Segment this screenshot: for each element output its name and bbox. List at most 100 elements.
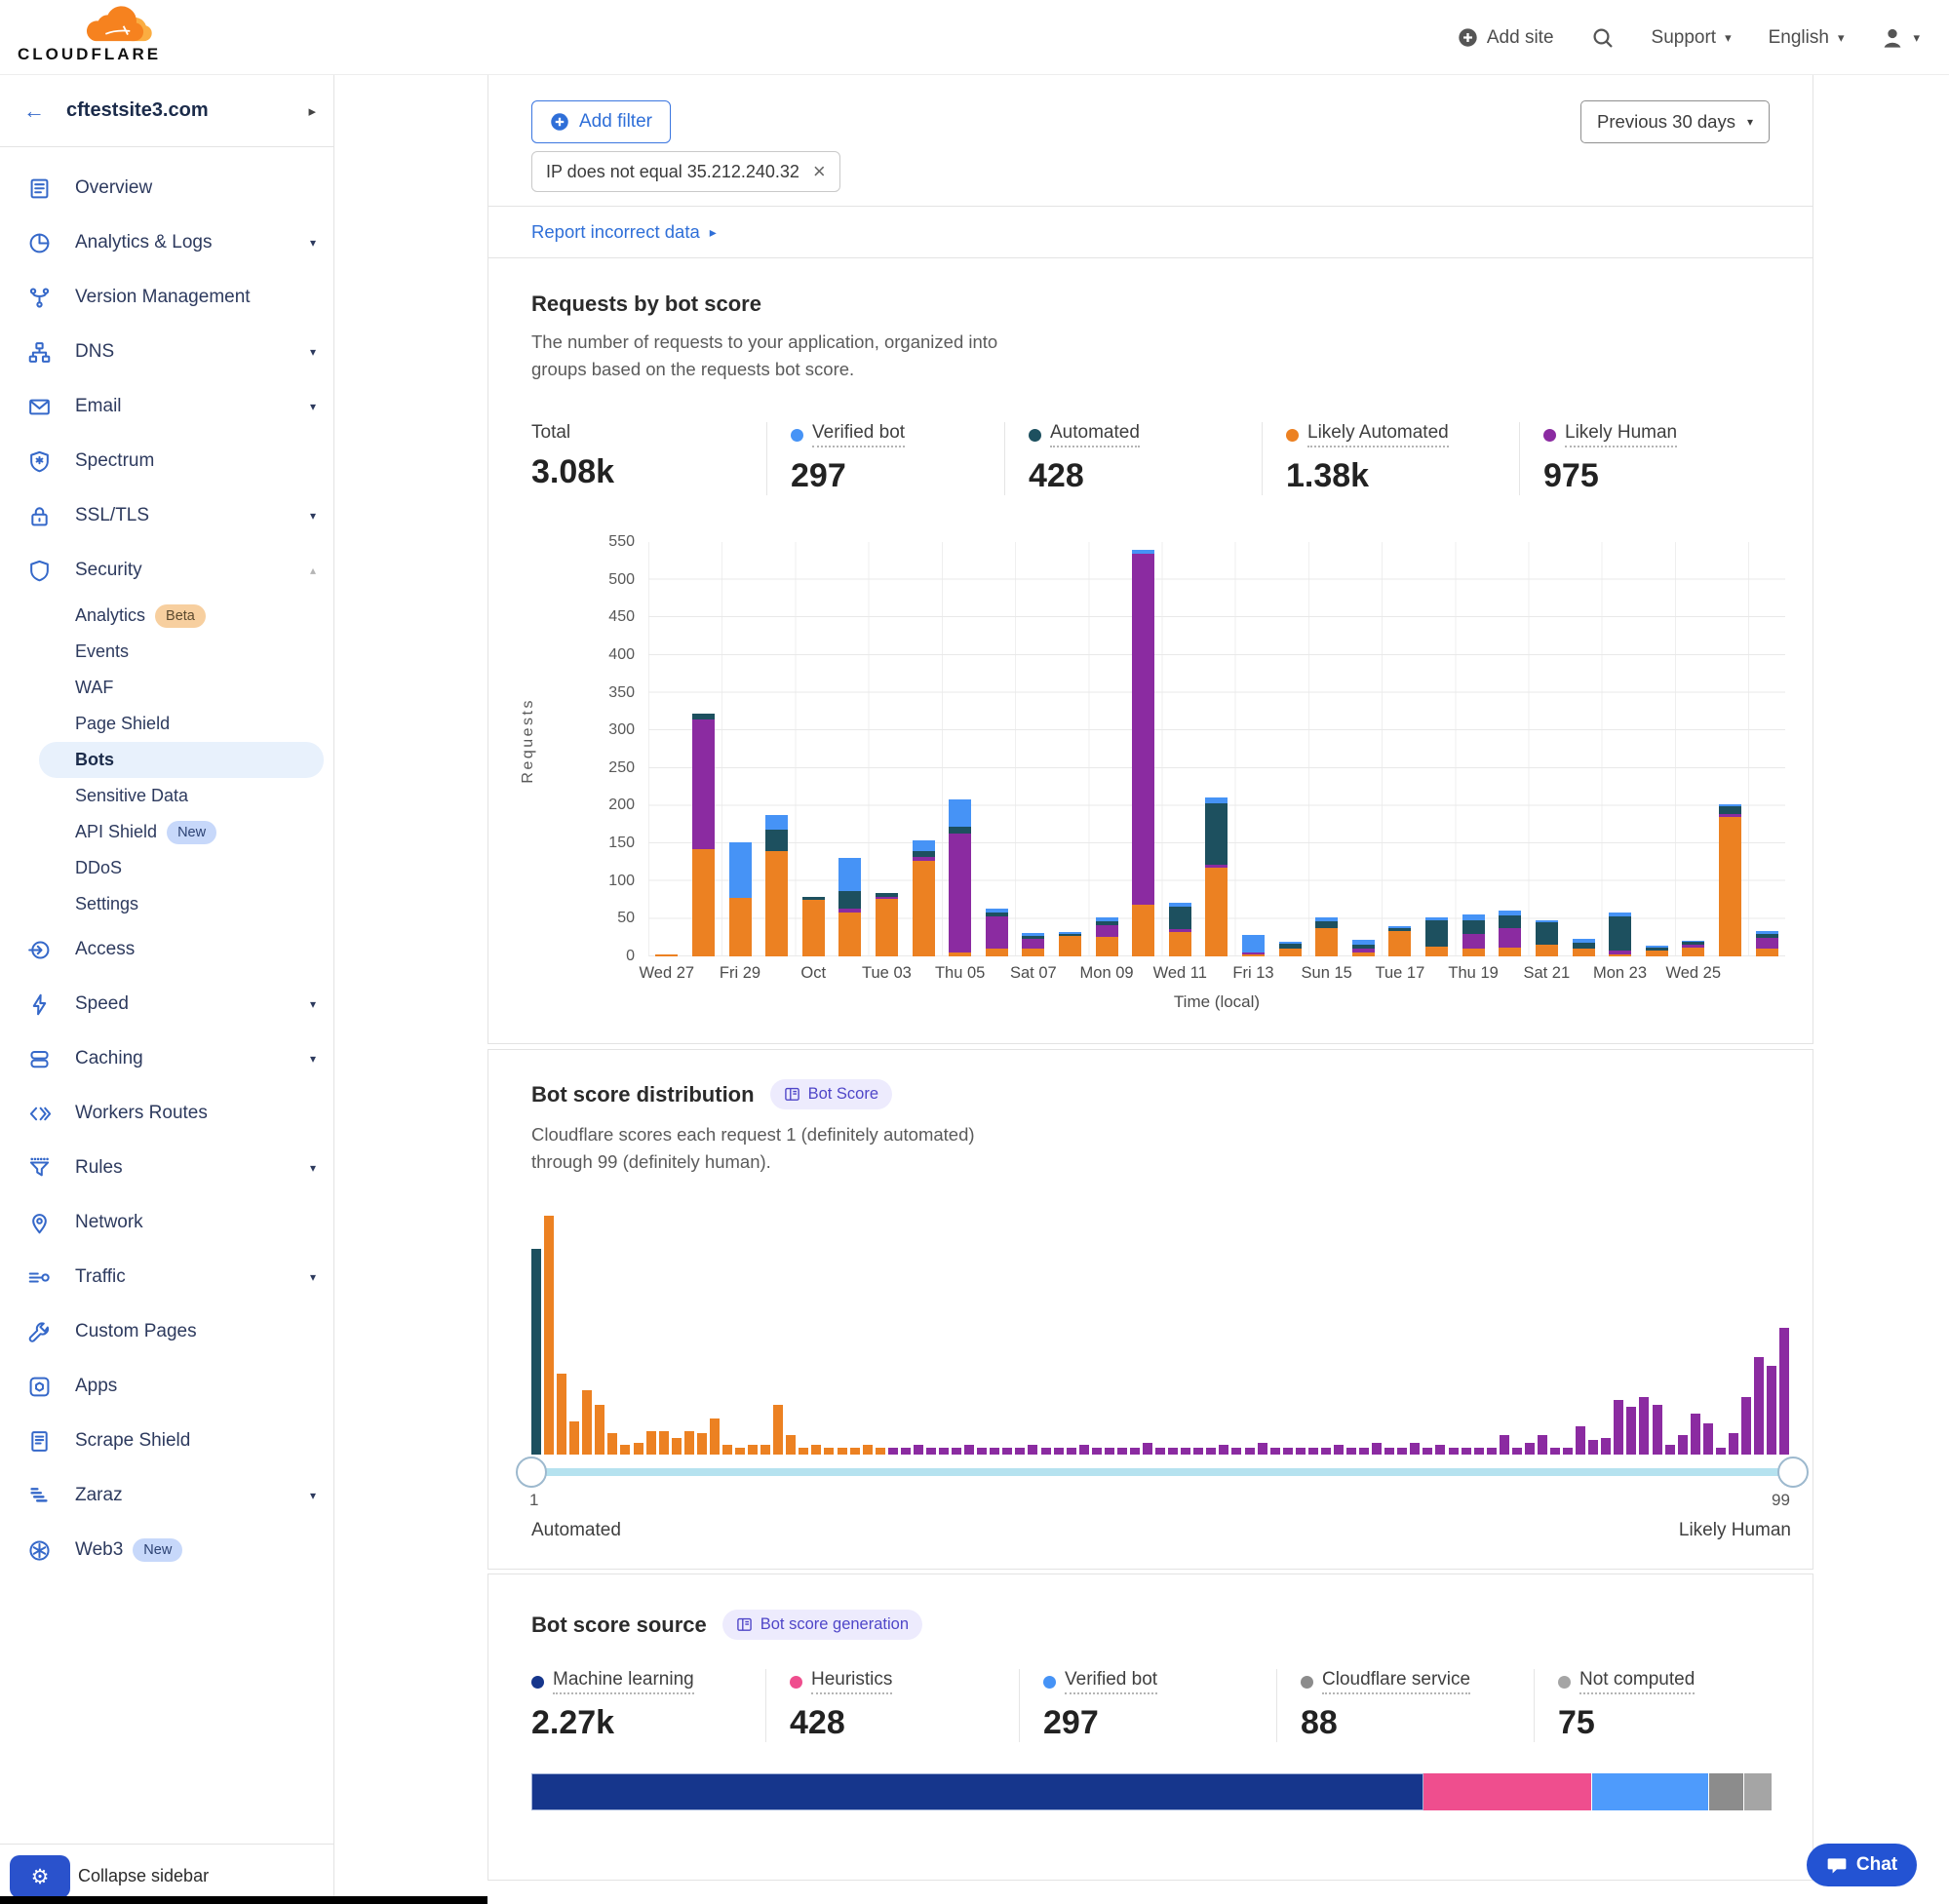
sidebar-item-access[interactable]: Access <box>0 922 333 977</box>
sidebar-item-speed[interactable]: Speed▾ <box>0 977 333 1031</box>
bot-score-generation-badge[interactable]: Bot score generation <box>722 1610 922 1640</box>
bar-segment-likely-automated <box>1573 949 1595 956</box>
bar-day-23 <box>1455 542 1492 956</box>
sidebar-item-version-management[interactable]: Version Management <box>0 270 333 325</box>
sidebar-item-label: Caching <box>75 1048 143 1069</box>
sidebar-item-overview[interactable]: Overview <box>0 161 333 215</box>
bar-segment-likely-automated <box>1499 948 1521 956</box>
sidebar-item-workers-routes[interactable]: Workers Routes <box>0 1086 333 1141</box>
sidebar-item-waf[interactable]: WAF <box>0 670 333 706</box>
sidebar-item-web3[interactable]: Web3New <box>0 1523 333 1577</box>
bar-segment-automated <box>1499 915 1521 929</box>
sidebar-item-scrape-shield[interactable]: Scrape Shield <box>0 1414 333 1468</box>
sidebar-item-analytics-logs[interactable]: Analytics & Logs▾ <box>0 215 333 270</box>
score-bar-42 <box>1054 1448 1067 1455</box>
score-bar-48 <box>1130 1448 1143 1455</box>
legend-dot <box>1043 1676 1056 1689</box>
sidebar-item-caching[interactable]: Caching▾ <box>0 1031 333 1086</box>
score-bar-12 <box>672 1438 684 1455</box>
cloudflare-logo[interactable]: CLOUDFLARE <box>18 4 164 64</box>
sidebar-item-security[interactable]: Security▴ <box>0 543 333 598</box>
source-segment-cloudflare-service <box>1709 1773 1744 1810</box>
language-menu[interactable]: English ▾ <box>1769 27 1845 49</box>
sidebar-item-bots[interactable]: Bots <box>39 742 324 778</box>
score-bar-23 <box>811 1445 824 1455</box>
score-bar-65 <box>1346 1448 1359 1455</box>
sidebar-item-api-shield[interactable]: API ShieldNew <box>0 814 333 850</box>
score-bar-68 <box>1384 1448 1397 1455</box>
stat-label: Cloudflare service <box>1322 1669 1470 1694</box>
back-arrow-icon[interactable]: ← <box>23 98 45 124</box>
sidebar-item-network[interactable]: Network <box>0 1195 333 1250</box>
sidebar-item-email[interactable]: Email▾ <box>0 379 333 434</box>
score-bar-71 <box>1423 1448 1435 1455</box>
score-bar-61 <box>1296 1448 1308 1455</box>
sidebar-item-analytics[interactable]: AnalyticsBeta <box>0 598 333 634</box>
sidebar-item-apps[interactable]: Apps <box>0 1359 333 1414</box>
stat-value: 975 <box>1543 457 1770 495</box>
security-icon <box>27 559 51 582</box>
date-range-select[interactable]: Previous 30 days ▾ <box>1580 100 1770 143</box>
source-stats-row: Machine learning2.27kHeuristics428Verifi… <box>531 1669 1770 1742</box>
legend-dot <box>1301 1676 1313 1689</box>
slider-handle-max[interactable] <box>1777 1457 1809 1488</box>
sidebar-item-zaraz[interactable]: Zaraz▾ <box>0 1468 333 1523</box>
sidebar-item-custom-pages[interactable]: Custom Pages <box>0 1304 333 1359</box>
sidebar-gear-button[interactable]: ⚙ <box>10 1855 70 1898</box>
score-bar-9 <box>634 1443 646 1455</box>
bar-segment-automated <box>1609 916 1631 951</box>
filter-chip[interactable]: IP does not equal 35.212.240.32 × <box>531 151 840 192</box>
bot-score-badge[interactable]: Bot Score <box>770 1079 892 1109</box>
bar-day-27 <box>1602 542 1639 956</box>
account-menu[interactable]: ▾ <box>1881 26 1920 50</box>
bar-day-8 <box>905 542 942 956</box>
stat-value: 428 <box>790 1704 1019 1742</box>
collapse-sidebar-button[interactable]: Collapse sidebar <box>78 1866 209 1886</box>
report-incorrect-data-link[interactable]: Report incorrect data ▸ <box>531 221 717 243</box>
stat-value: 297 <box>791 457 1004 495</box>
support-menu[interactable]: Support ▾ <box>1652 27 1732 49</box>
x-tick: Mon 23 <box>1593 964 1647 983</box>
sidebar-item-sensitive-data[interactable]: Sensitive Data <box>0 778 333 814</box>
sidebar-item-ssl-tls[interactable]: SSL/TLS▾ <box>0 488 333 543</box>
score-bar-76 <box>1487 1448 1500 1455</box>
sidebar-item-ddos[interactable]: DDoS <box>0 850 333 886</box>
sidebar-item-events[interactable]: Events <box>0 634 333 670</box>
sidebar-item-page-shield[interactable]: Page Shield <box>0 706 333 742</box>
y-tick: 300 <box>608 721 635 739</box>
slider-min-caption: Automated <box>531 1520 621 1541</box>
chevron-right-icon[interactable]: ▸ <box>308 102 316 120</box>
sidebar-item-dns[interactable]: DNS▾ <box>0 325 333 379</box>
sidebar-item-rules[interactable]: Rules▾ <box>0 1141 333 1195</box>
stat-value: 428 <box>1029 457 1262 495</box>
x-tick: Mon 09 <box>1080 964 1134 983</box>
top-header: CLOUDFLARE Add site Support ▾ English ▾ … <box>0 0 1949 75</box>
score-bar-29 <box>888 1448 901 1455</box>
sidebar-item-spectrum[interactable]: Spectrum <box>0 434 333 488</box>
sidebar-item-traffic[interactable]: Traffic▾ <box>0 1250 333 1304</box>
add-site-button[interactable]: Add site <box>1458 27 1554 49</box>
apps-icon <box>27 1375 51 1398</box>
add-filter-button[interactable]: Add filter <box>531 100 671 143</box>
bar-segment-verified-bot <box>729 842 752 897</box>
slider-handle-min[interactable] <box>516 1457 547 1488</box>
stat-machine-learning: Machine learning2.27k <box>531 1669 765 1742</box>
y-tick: 450 <box>608 608 635 626</box>
x-tick: Thu 05 <box>935 964 985 983</box>
site-name[interactable]: cftestsite3.com <box>66 99 209 122</box>
bar-day-3 <box>721 542 759 956</box>
score-bar-32 <box>926 1448 939 1455</box>
bar-segment-verified-bot <box>913 840 935 851</box>
y-tick: 350 <box>608 684 635 702</box>
sidebar-item-label: Email <box>75 396 122 417</box>
bar-segment-likely-automated <box>692 849 715 957</box>
workers-routes-icon <box>27 1102 51 1125</box>
search-icon[interactable] <box>1591 26 1615 50</box>
chat-button[interactable]: Chat <box>1807 1844 1917 1886</box>
bar-segment-likely-automated <box>1719 817 1741 956</box>
distribution-card-title: Bot score distribution <box>531 1082 755 1107</box>
sidebar-item-settings[interactable]: Settings <box>0 886 333 922</box>
score-slider-track[interactable] <box>531 1468 1793 1476</box>
remove-filter-icon[interactable]: × <box>813 161 826 182</box>
overview-icon <box>27 176 51 200</box>
